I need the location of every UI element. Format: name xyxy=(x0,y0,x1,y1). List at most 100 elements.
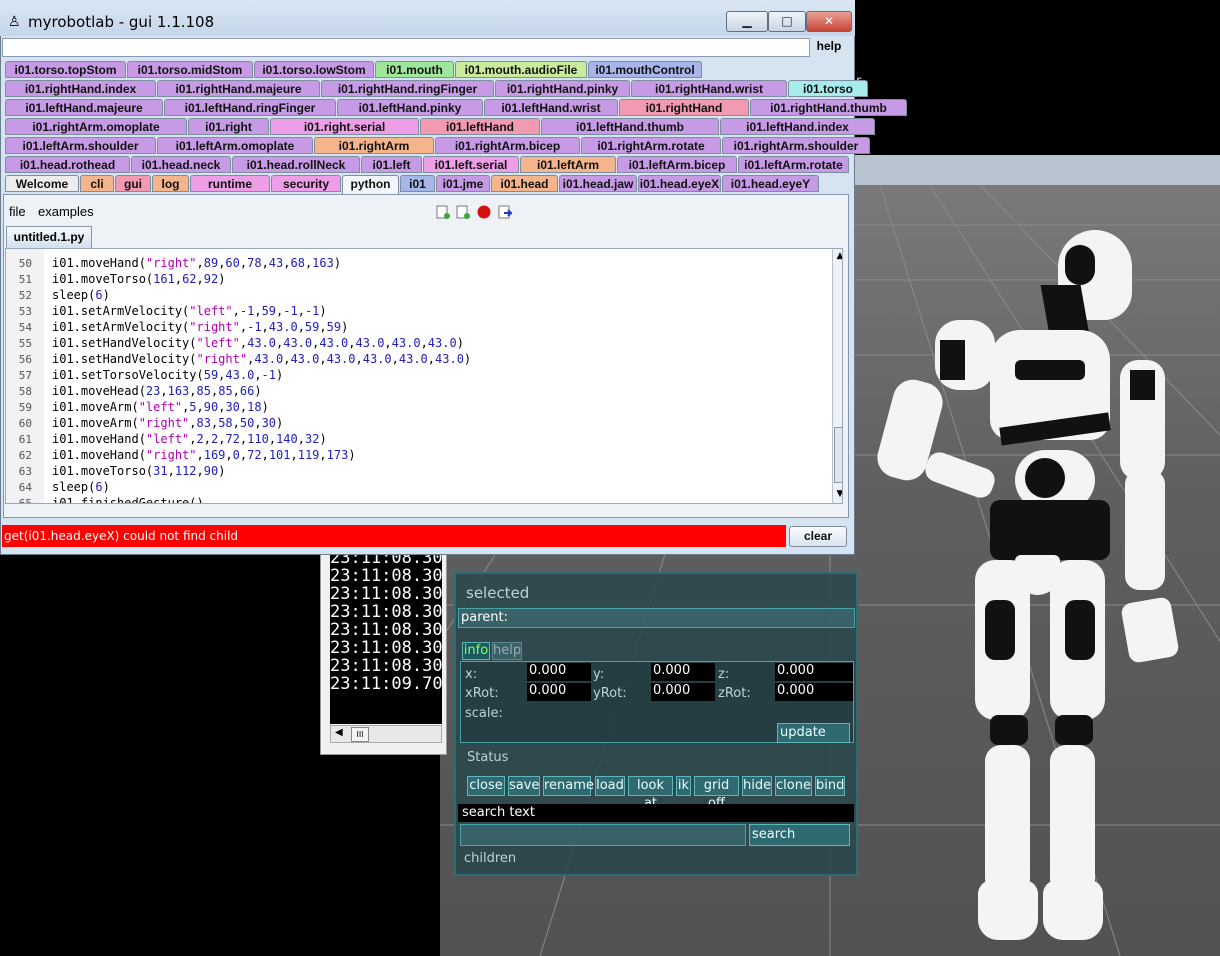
xrot-label: xRot: xyxy=(465,686,499,701)
service-tab[interactable]: i01.leftHand.majeure xyxy=(5,99,163,116)
service-tab[interactable]: i01.rightHand.index xyxy=(5,80,156,97)
service-tab[interactable]: i01.leftHand xyxy=(420,118,540,135)
service-tab[interactable]: i01.leftArm.bicep xyxy=(617,156,737,173)
service-tab[interactable]: i01.rightArm.bicep xyxy=(435,137,580,154)
service-tab[interactable]: i01.rightHand.thumb xyxy=(750,99,907,116)
service-tab[interactable]: i01.leftHand.ringFinger xyxy=(164,99,336,116)
new-file-icon[interactable] xyxy=(436,204,450,219)
service-tab[interactable]: i01.mouth xyxy=(375,61,454,78)
console-horizontal-scrollbar[interactable]: ◀ III xyxy=(330,725,442,743)
service-tab[interactable]: Welcome xyxy=(5,175,79,192)
service-tab[interactable]: security xyxy=(271,175,341,192)
service-tab[interactable]: i01.head.neck xyxy=(131,156,231,173)
service-tab[interactable]: i01.mouthControl xyxy=(588,61,702,78)
service-tab[interactable]: i01.jme xyxy=(436,175,490,192)
service-tab[interactable]: i01.leftArm.rotate xyxy=(738,156,849,173)
service-tab[interactable]: i01.mouth.audioFile xyxy=(455,61,587,78)
service-tab[interactable]: i01.leftArm xyxy=(520,156,616,173)
line-number-gutter: 50 51 52 53 54 55 56 57 58 59 60 61 62 63 64 65 xyxy=(6,249,44,503)
scroll-left-icon[interactable]: ◀ xyxy=(335,727,343,738)
service-tab[interactable]: i01.leftHand.thumb xyxy=(541,118,719,135)
service-tab[interactable]: i01.rightHand xyxy=(619,99,749,116)
service-tab[interactable]: i01.torso.midStom xyxy=(127,61,253,78)
code-line: sleep(6) xyxy=(52,288,110,302)
service-tab[interactable]: i01.head.rothead xyxy=(5,156,130,173)
save-node-button[interactable]: save xyxy=(508,776,540,796)
code-line: i01.moveTorso(31,112,90) xyxy=(52,464,226,478)
service-tab[interactable]: i01.head.eyeY xyxy=(722,175,819,192)
code-line: sleep(6) xyxy=(52,480,110,494)
xrot-value-field[interactable]: 0.000 xyxy=(527,683,591,701)
service-tab[interactable]: gui xyxy=(115,175,151,192)
clear-button[interactable]: clear xyxy=(789,526,847,547)
line-number: 57 xyxy=(18,369,32,382)
close-node-button[interactable]: close xyxy=(467,776,505,796)
search-query-field[interactable] xyxy=(460,824,746,846)
service-tab[interactable]: i01.rightArm xyxy=(314,137,434,154)
bind-button[interactable]: bind xyxy=(815,776,845,796)
service-tab[interactable]: i01 xyxy=(400,175,435,192)
open-file-icon[interactable] xyxy=(456,204,470,219)
tab-help[interactable]: help xyxy=(492,642,522,660)
service-tab[interactable]: i01.rightArm.shoulder xyxy=(722,137,870,154)
service-tab[interactable]: runtime xyxy=(190,175,270,192)
rename-button[interactable]: rename xyxy=(543,776,594,796)
clone-button[interactable]: clone xyxy=(775,776,812,796)
z-value-field[interactable]: 0.000 xyxy=(775,663,853,681)
service-tab[interactable]: i01.rightArm.omoplate xyxy=(5,118,187,135)
service-tab[interactable]: i01.torso xyxy=(788,80,868,97)
service-tab[interactable]: i01.rightArm.rotate xyxy=(581,137,721,154)
menu-examples[interactable]: examples xyxy=(38,204,94,219)
service-tab[interactable]: cli xyxy=(80,175,114,192)
yrot-value-field[interactable]: 0.000 xyxy=(651,683,715,701)
editor-vertical-scrollbar[interactable]: ▲ ▼ xyxy=(832,249,842,503)
scroll-down-icon[interactable]: ▼ xyxy=(834,489,842,501)
tab-info[interactable]: info xyxy=(462,642,490,660)
look-at-button[interactable]: look at xyxy=(628,776,673,811)
service-tab[interactable]: i01.left.serial xyxy=(423,156,519,173)
service-tab[interactable]: i01.leftHand.pinky xyxy=(337,99,483,116)
code-line: i01.setHandVelocity("right",43.0,43.0,43… xyxy=(52,352,472,366)
update-button[interactable]: update xyxy=(777,723,850,743)
line-number: 62 xyxy=(18,449,32,462)
editor-scroll-thumb[interactable] xyxy=(834,427,842,483)
service-tab[interactable]: i01.rightHand.ringFinger xyxy=(321,80,494,97)
service-tab[interactable]: i01.head.eyeX xyxy=(638,175,721,192)
service-tab[interactable]: i01.leftArm.omoplate xyxy=(157,137,313,154)
search-button[interactable]: search xyxy=(749,824,850,846)
service-tab[interactable]: i01.rightHand.pinky xyxy=(495,80,630,97)
search-text-input[interactable]: search text xyxy=(458,804,854,822)
x-value-field[interactable]: 0.000 xyxy=(527,663,591,681)
service-tab[interactable]: i01.rightHand.majeure xyxy=(157,80,320,97)
service-tab[interactable]: i01.leftHand.index xyxy=(720,118,875,135)
y-value-field[interactable]: 0.000 xyxy=(651,663,715,681)
service-tab[interactable]: python xyxy=(342,175,399,195)
code-editor[interactable]: 50 51 52 53 54 55 56 57 58 59 60 61 62 63 64 65 i01.mov… xyxy=(5,248,843,504)
service-tab[interactable]: i01.leftHand.wrist xyxy=(484,99,618,116)
service-tab[interactable]: i01.leftArm.shoulder xyxy=(5,137,156,154)
grid-off-button[interactable]: grid off xyxy=(694,776,739,811)
hide-button[interactable]: hide xyxy=(742,776,772,796)
load-button[interactable]: load xyxy=(595,776,625,796)
scroll-up-icon[interactable]: ▲ xyxy=(834,251,842,263)
code-line: i01.setTorsoVelocity(59,43.0,-1) xyxy=(52,368,284,382)
service-tab[interactable]: i01.torso.lowStom xyxy=(254,61,374,78)
ik-button[interactable]: ik xyxy=(676,776,691,796)
service-tab[interactable]: i01.head.jaw xyxy=(559,175,637,192)
service-tab[interactable]: i01.left xyxy=(361,156,422,173)
service-tab[interactable]: i01.head xyxy=(491,175,558,192)
service-tab[interactable]: log xyxy=(152,175,189,192)
service-tab[interactable]: i01.right xyxy=(188,118,269,135)
execute-icon[interactable] xyxy=(498,204,514,219)
zrot-value-field[interactable]: 0.000 xyxy=(775,683,853,701)
service-tab[interactable]: i01.right.serial xyxy=(270,118,419,135)
scroll-thumb[interactable]: III xyxy=(351,727,369,742)
parent-field[interactable]: parent: xyxy=(458,608,855,628)
line-number: 58 xyxy=(18,385,32,398)
service-tab[interactable]: i01.torso.topStom xyxy=(5,61,126,78)
menu-file[interactable]: file xyxy=(9,204,26,219)
service-tab[interactable]: i01.head.rollNeck xyxy=(232,156,360,173)
file-tab-untitled[interactable]: untitled.1.py xyxy=(6,226,92,248)
service-tab[interactable]: i01.rightHand.wrist xyxy=(631,80,787,97)
stop-icon[interactable] xyxy=(477,204,491,219)
